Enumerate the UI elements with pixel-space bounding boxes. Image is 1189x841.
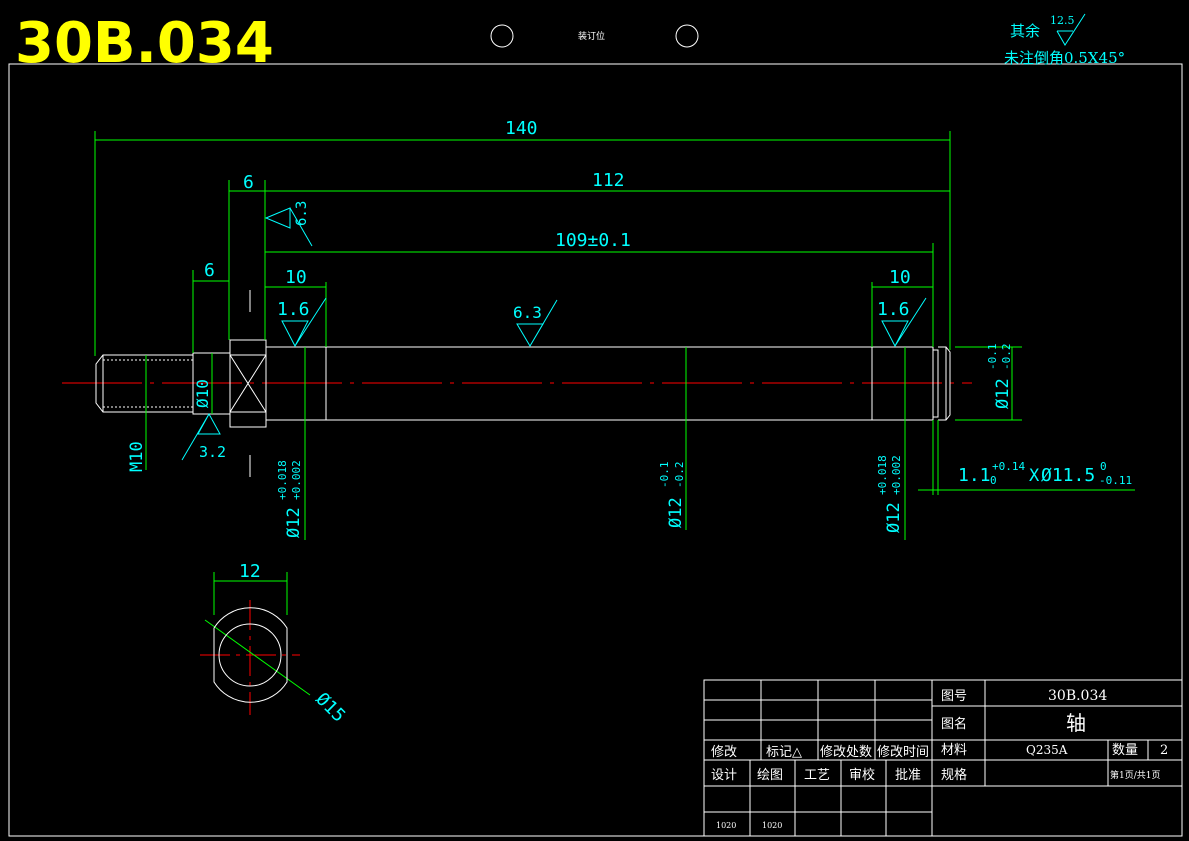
surface-rest-value: 12.5 (1050, 14, 1075, 27)
rev-header-time: 修改时间 (877, 745, 929, 760)
surface-rest-label: 其余 (1010, 22, 1040, 40)
groove-width-lower: 0 (990, 474, 997, 487)
tol-left-upper: +0.018 (276, 460, 289, 500)
tol-right-lower: +0.002 (890, 455, 903, 495)
dim-inner-length: 109±0.1 (555, 230, 631, 251)
sign-design: 设计 (711, 768, 737, 783)
binding-hole-left (490, 24, 514, 48)
dia-left: Ø12 (284, 507, 304, 538)
groove-width-upper: +0.14 (992, 460, 1025, 473)
material-label: 材料 (941, 743, 967, 758)
rev-header-mark: 标记△ (766, 745, 802, 760)
part-name: 轴 (1066, 711, 1086, 735)
groove-width: 1.1 (958, 465, 991, 486)
header: 30B.034 装订位 其余 12.5 未注倒角0.5X45° (15, 11, 1125, 76)
sign-process: 工艺 (804, 768, 830, 783)
material: Q235A (1026, 743, 1068, 757)
tol-end-upper: -0.1 (986, 344, 999, 371)
groove-dia: Ø11.5 (1041, 465, 1095, 486)
dim-thread-length: 6 (204, 260, 215, 281)
groove-callout: 1.1 +0.14 0 X Ø11.5 0 -0.11 (958, 460, 1132, 487)
section-view: Ø15 (213, 607, 349, 727)
spec-label: 规格 (941, 767, 967, 783)
sign-draw: 绘图 (757, 768, 783, 783)
ra-thread: 3.2 (199, 443, 226, 461)
tol-mid-lower: -0.2 (673, 462, 686, 489)
dim-section-dia: Ø15 (311, 689, 349, 727)
groove-sep: X (1029, 466, 1040, 486)
rev-header-count: 修改处数 (820, 745, 872, 760)
dia-mid: Ø12 (666, 497, 686, 528)
page-number: 第1页/共1页 (1110, 769, 1161, 781)
dimensions: 140 112 6 109±0.1 6 10 10 12 (94, 118, 1135, 696)
groove-dia-upper: 0 (1100, 460, 1107, 473)
sign-date-draw: 1020 (762, 821, 782, 830)
sign-check: 审校 (849, 767, 875, 783)
dim-section-flat: 12 (239, 561, 261, 582)
dim-left-fit: 10 (285, 267, 307, 288)
dim-shaft-length: 112 (592, 170, 625, 191)
dim-overall-length: 140 (505, 118, 538, 139)
thread-size: M10 (127, 441, 147, 472)
diameter-labels: M10 Ø10 Ø12 +0.018 +0.002 Ø12 -0.1 -0.2 … (127, 344, 1013, 539)
quantity-label: 数量 (1112, 743, 1138, 758)
roughness-symbols: 6.3 1.6 6.3 1.6 3.2 (181, 201, 927, 461)
groove-dia-lower: -0.11 (1099, 474, 1132, 487)
tol-mid-upper: -0.1 (658, 462, 671, 489)
sign-date-design: 1020 (716, 821, 736, 830)
ra-mid: 6.3 (513, 303, 542, 322)
ra-shoulder: 6.3 (294, 201, 310, 226)
drawing-canvas: 30B.034 装订位 其余 12.5 未注倒角0.5X45° 140 112 … (8, 11, 1183, 837)
dim-collar-width: 6 (243, 172, 254, 193)
dim-right-fit: 10 (889, 267, 911, 288)
ra-left: 1.6 (277, 299, 310, 320)
title-block: 修改 标记△ 修改处数 修改时间 设计 绘图 工艺 审校 批准 1020 102… (703, 679, 1183, 837)
ra-right: 1.6 (877, 299, 910, 320)
binding-hole-right (675, 24, 699, 48)
tol-left-lower: +0.002 (290, 460, 303, 500)
dia-right: Ø12 (884, 502, 904, 533)
tol-right-upper: +0.018 (876, 455, 889, 495)
drawing-no: 30B.034 (1048, 688, 1107, 704)
quantity: 2 (1160, 743, 1168, 758)
chamfer-note: 未注倒角0.5X45° (1004, 49, 1125, 67)
dia-end: Ø12 (993, 378, 1013, 409)
tol-end-lower: -0.2 (1000, 344, 1013, 371)
drawing-no-label: 图号 (941, 689, 967, 704)
name-label: 图名 (941, 716, 967, 732)
dia-neck: Ø10 (193, 379, 212, 408)
sign-approve: 批准 (895, 768, 921, 783)
rev-header-modify: 修改 (711, 745, 737, 760)
drawing-code: 30B.034 (15, 11, 274, 76)
binding-label: 装订位 (578, 30, 605, 42)
